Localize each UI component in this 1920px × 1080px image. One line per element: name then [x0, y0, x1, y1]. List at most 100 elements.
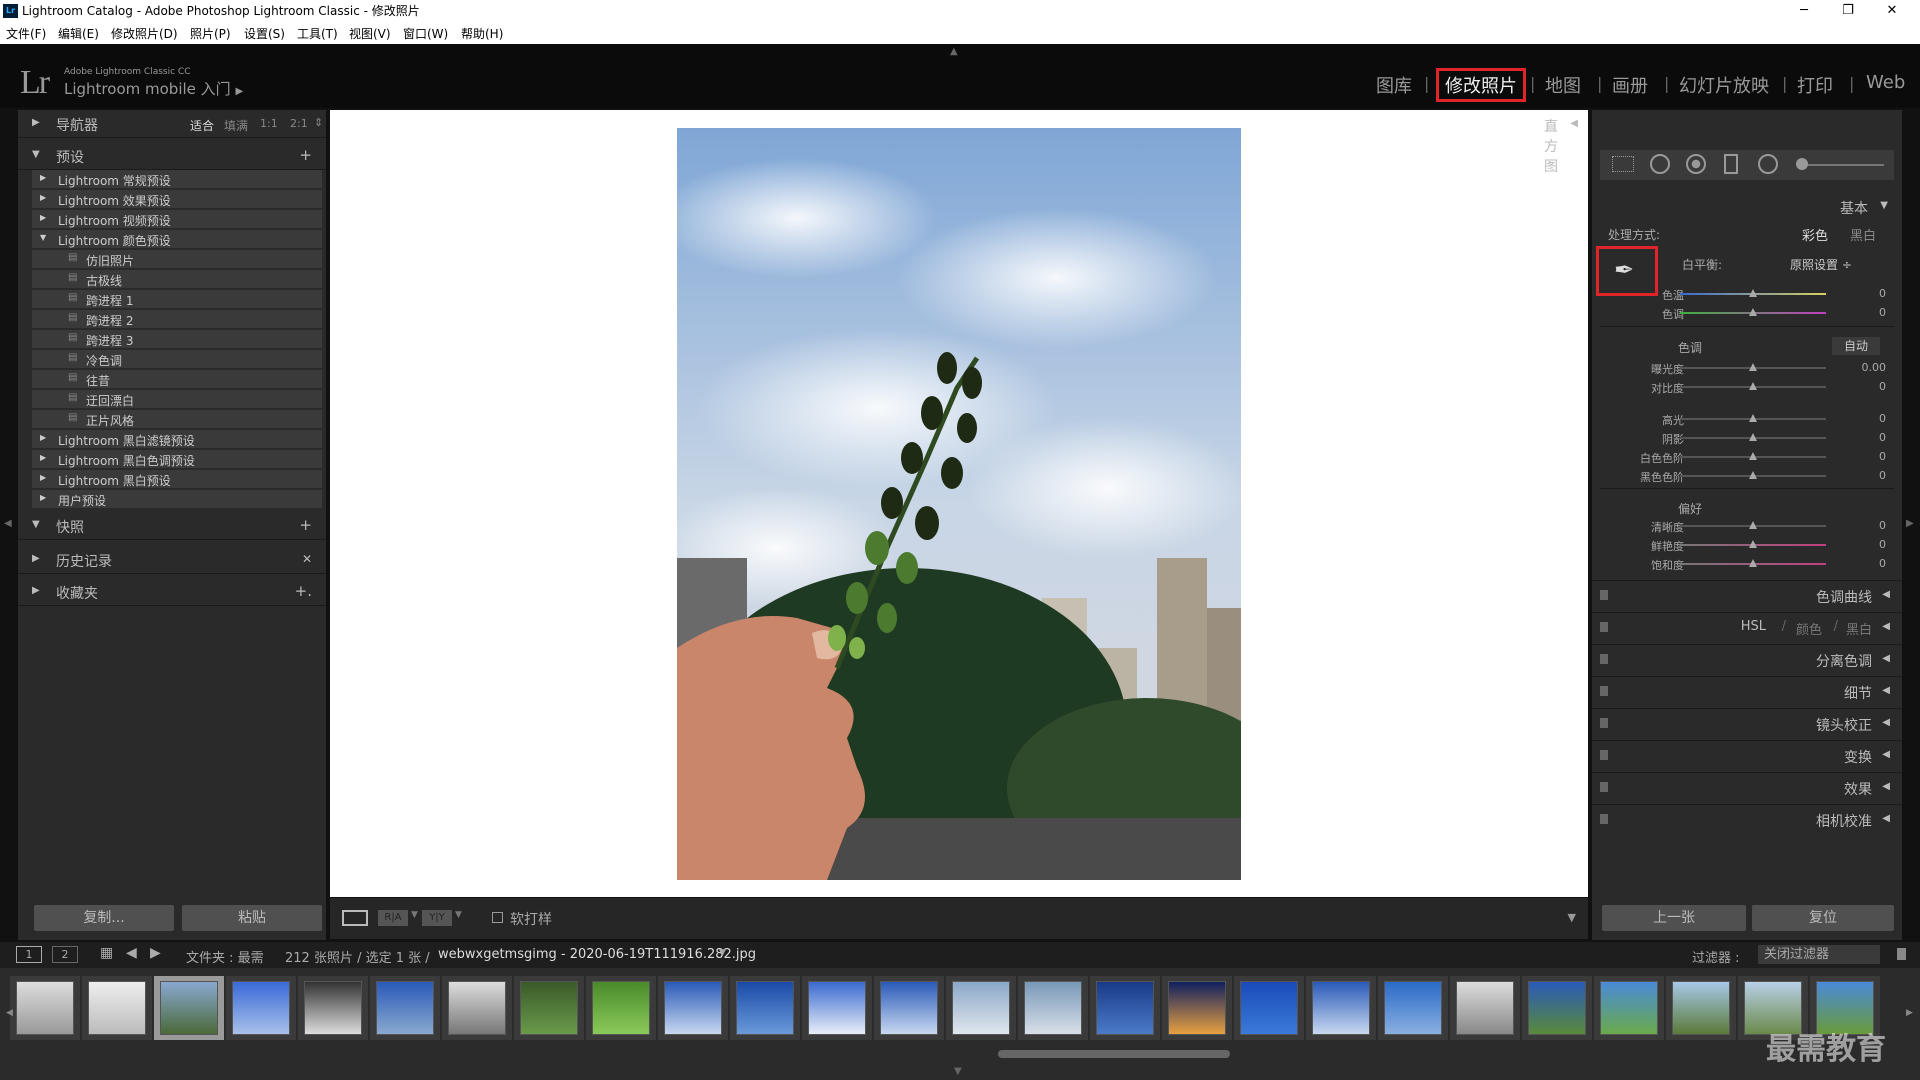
slider-knob[interactable] — [1749, 452, 1757, 460]
filmstrip-thumbnail-cell[interactable] — [1594, 976, 1664, 1040]
slider-knob[interactable] — [1749, 414, 1757, 422]
filmstrip-thumbnail-cell[interactable] — [1162, 976, 1232, 1040]
grid-view-icon[interactable]: ▦ — [100, 945, 113, 961]
treatment-bw[interactable]: 黑白 — [1850, 225, 1876, 244]
slider-knob[interactable] — [1749, 289, 1757, 297]
hsl-tab[interactable]: HSL — [1741, 619, 1766, 634]
filmstrip-thumbnail[interactable] — [520, 981, 578, 1035]
panel-detail[interactable]: 细节 ◀ — [1592, 676, 1902, 706]
filmstrip-thumbnail-cell[interactable] — [730, 976, 800, 1040]
add-collection-icon[interactable]: +. — [295, 582, 312, 600]
filmstrip-thumbnail[interactable] — [736, 981, 794, 1035]
menu-edit[interactable]: 编辑(E) — [58, 25, 99, 42]
filmstrip-thumbnail[interactable] — [1456, 981, 1514, 1035]
snapshots-header[interactable]: ▼ 快照 + — [18, 512, 326, 540]
filmstrip-thumbnail[interactable] — [160, 981, 218, 1035]
zoom-fit[interactable]: 适合 — [190, 117, 214, 134]
filmstrip-thumbnail-cell[interactable] — [442, 976, 512, 1040]
filmstrip-thumbnail[interactable] — [1600, 981, 1658, 1035]
expand-triangle-icon[interactable]: ▶ — [40, 173, 46, 182]
module-library[interactable]: 图库 — [1376, 72, 1412, 98]
collapse-right-icon[interactable]: ▶ — [1906, 518, 1914, 529]
expand-triangle-icon[interactable]: ▶ — [40, 193, 46, 202]
filmstrip-thumbnail-cell[interactable] — [82, 976, 152, 1040]
filmstrip-thumbnail-cell[interactable] — [1306, 976, 1376, 1040]
menu-tools[interactable]: 工具(T) — [297, 25, 338, 42]
panel-switch-icon[interactable] — [1600, 622, 1608, 632]
filmstrip-thumbnail[interactable] — [232, 981, 290, 1035]
auto-tone-button[interactable]: 自动 — [1832, 337, 1880, 355]
menu-window[interactable]: 窗口(W) — [403, 25, 448, 42]
filmstrip-thumbnail[interactable] — [1672, 981, 1730, 1035]
filmstrip-thumbnail[interactable] — [592, 981, 650, 1035]
panel-transform[interactable]: 变换 ◀ — [1592, 740, 1902, 770]
toolbar-menu-icon[interactable]: ▼ — [1568, 911, 1576, 924]
filter-lock-icon[interactable] — [1897, 948, 1906, 960]
preset-item[interactable]: ▤ 古极线 — [32, 270, 322, 289]
slider-knob[interactable] — [1749, 471, 1757, 479]
slider-value[interactable]: 0.00 — [1862, 361, 1887, 374]
expand-triangle-icon[interactable]: ▶ — [40, 493, 46, 502]
filmstrip-thumbnail-cell[interactable] — [874, 976, 944, 1040]
zoom-1to1[interactable]: 1:1 — [260, 117, 278, 130]
presets-header[interactable]: ▼ 预设 + — [18, 142, 326, 170]
menu-photo[interactable]: 照片(P) — [190, 25, 231, 42]
expand-triangle-icon[interactable]: ▶ — [40, 433, 46, 442]
preset-item[interactable]: ▤ 跨进程 1 — [32, 290, 322, 309]
preset-item[interactable]: ▤ 往昔 — [32, 370, 322, 389]
spot-removal-icon[interactable] — [1650, 154, 1670, 174]
preset-group[interactable]: ▶ Lightroom 视频预设 — [32, 210, 322, 229]
treatment-color[interactable]: 彩色 — [1802, 225, 1828, 244]
filename[interactable]: webwxgetmsgimg - 2020-06-19T111916.282.j… — [438, 947, 756, 962]
collapse-left-icon[interactable]: ◀ — [4, 518, 12, 529]
slider-knob[interactable] — [1749, 521, 1757, 529]
filmstrip-thumbnail-cell[interactable] — [1018, 976, 1088, 1040]
filmstrip-thumbnail-cell[interactable] — [1234, 976, 1304, 1040]
collapse-triangle-icon[interactable]: ▼ — [40, 233, 46, 242]
eyedropper-icon[interactable]: ✒ — [1614, 256, 1634, 284]
slider-value[interactable]: 0 — [1879, 519, 1886, 532]
menu-settings[interactable]: 设置(S) — [244, 25, 285, 42]
preset-group[interactable]: ▶ 用户预设 — [32, 490, 322, 509]
preset-group[interactable]: ▼ Lightroom 颜色预设 — [32, 230, 322, 249]
paste-settings-button[interactable]: 粘贴 — [182, 905, 322, 931]
filmstrip-thumbnail[interactable] — [304, 981, 362, 1035]
preset-item[interactable]: ▤ 跨进程 3 — [32, 330, 322, 349]
expand-triangle-icon[interactable]: ▶ — [40, 473, 46, 482]
slider-value[interactable]: 0 — [1879, 287, 1886, 300]
crop-tool-icon[interactable] — [1612, 156, 1634, 172]
filmstrip-thumbnail-cell[interactable] — [370, 976, 440, 1040]
slider-value[interactable]: 0 — [1879, 412, 1886, 425]
forward-arrow-icon[interactable]: ▶ — [150, 945, 161, 961]
module-develop[interactable]: 修改照片 — [1436, 68, 1526, 102]
slider-knob[interactable] — [1749, 363, 1757, 371]
menu-develop[interactable]: 修改照片(D) — [111, 25, 178, 42]
module-book[interactable]: 画册 — [1612, 72, 1648, 98]
preset-item[interactable]: ▤ 仿旧照片 — [32, 250, 322, 269]
back-arrow-icon[interactable]: ◀ — [126, 945, 137, 961]
add-preset-icon[interactable]: + — [299, 146, 312, 164]
bw-tab[interactable]: 黑白 — [1846, 619, 1872, 638]
filmstrip-thumbnail[interactable] — [1240, 981, 1298, 1035]
filmstrip-thumbnail-cell[interactable] — [586, 976, 656, 1040]
panel-switch-icon[interactable] — [1600, 686, 1608, 696]
navigator-header[interactable]: ▶ 导航器 适合 填满 1:1 2:1 ⇕ — [18, 110, 326, 138]
filmstrip-thumbnail-cell[interactable] — [658, 976, 728, 1040]
scroll-right-icon[interactable]: ▶ — [1906, 1008, 1913, 1018]
panel-switch-icon[interactable] — [1600, 590, 1608, 600]
copy-settings-button[interactable]: 复制... — [34, 905, 174, 931]
preset-group[interactable]: ▶ Lightroom 黑白预设 — [32, 470, 322, 489]
before-after-icon[interactable]: R|A — [378, 910, 408, 926]
filter-dropdown[interactable]: 关闭过滤器 — [1758, 945, 1880, 964]
zoom-stepper-icon[interactable]: ⇕ — [314, 116, 323, 129]
source-folder[interactable]: 文件夹 : 最需 — [186, 947, 264, 966]
preset-group[interactable]: ▶ Lightroom 黑白色调预设 — [32, 450, 322, 469]
panel-camera-calibration[interactable]: 相机校准 ◀ — [1592, 804, 1902, 834]
soft-proof-checkbox[interactable] — [492, 912, 503, 923]
filmstrip-thumbnail[interactable] — [376, 981, 434, 1035]
slider-value[interactable]: 0 — [1879, 450, 1886, 463]
filmstrip-thumbnail[interactable] — [1384, 981, 1442, 1035]
preset-group[interactable]: ▶ Lightroom 黑白滤镜预设 — [32, 430, 322, 449]
dropdown-arrow-icon[interactable]: ▼ — [455, 910, 462, 920]
mobile-getting-started[interactable]: Lightroom mobile 入门 ▶ — [64, 78, 243, 99]
